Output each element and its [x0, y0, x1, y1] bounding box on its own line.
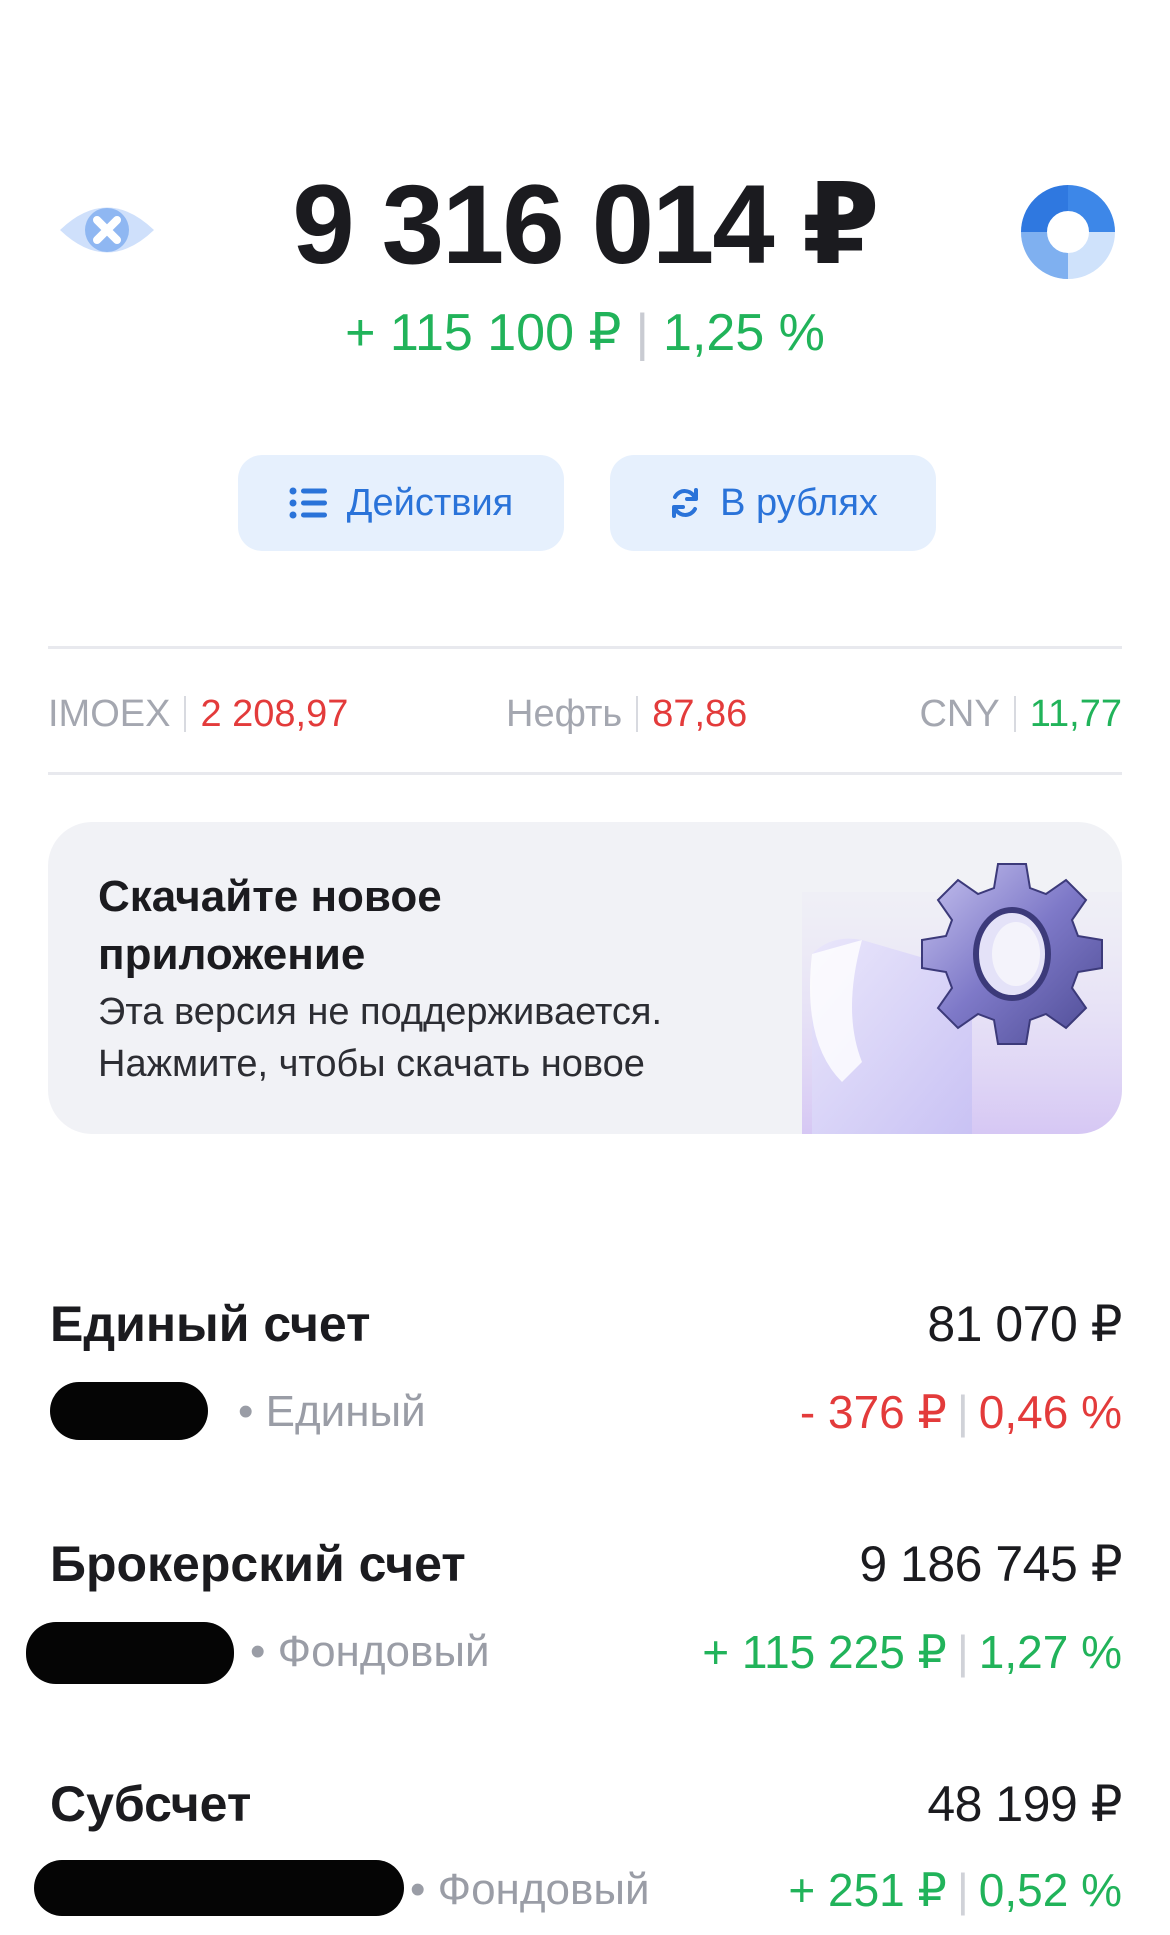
redacted-account-number	[50, 1382, 208, 1440]
portfolio-change-abs: + 115 100 ₽	[345, 304, 622, 362]
gear-illustration	[802, 863, 1122, 1134]
portfolio-total: 9 316 014 ₽	[292, 162, 879, 287]
ticker-value: 2 208,97	[200, 693, 349, 735]
separator: |	[956, 1386, 969, 1438]
currency-label: В рублях	[720, 481, 878, 524]
divider	[48, 646, 1122, 649]
portfolio-change-pct: 1,25 %	[663, 304, 825, 362]
account-title[interactable]: Единый счет	[50, 1292, 371, 1356]
account-change-pct: 0,52 %	[978, 1864, 1122, 1916]
ticker-name: Нефть	[506, 693, 623, 735]
portfolio-structure-button[interactable]	[1016, 180, 1120, 284]
list-icon	[289, 487, 327, 519]
separator: |	[635, 304, 650, 362]
update-app-banner[interactable]: Скачайте новое приложение Эта версия не …	[48, 822, 1122, 1134]
account-change: - 376 ₽ | 0,46 %	[800, 1382, 1122, 1442]
account-change-abs: - 376 ₽	[799, 1386, 947, 1438]
actions-button[interactable]: Действия	[238, 455, 564, 551]
actions-label: Действия	[346, 481, 514, 524]
portfolio-pie-icon	[1021, 185, 1115, 279]
account-change-pct: 1,27 %	[978, 1626, 1122, 1678]
account-type: • Единый	[238, 1387, 426, 1436]
ticker-name: IMOEX	[48, 693, 171, 735]
account-type: • Фондовый	[410, 1865, 650, 1914]
account-sum: 81 070 ₽	[927, 1296, 1122, 1352]
ticker-imoex[interactable]: IMOEX 2 208,97	[48, 684, 348, 744]
account-change: + 115 225 ₽ | 1,27 %	[702, 1622, 1122, 1682]
account-sum: 48 199 ₽	[927, 1776, 1122, 1832]
divider	[48, 772, 1122, 775]
separator	[636, 696, 639, 732]
separator	[1013, 696, 1016, 732]
account-change: + 251 ₽ | 0,52 %	[788, 1860, 1122, 1920]
redacted-account-number	[26, 1622, 234, 1684]
account-sum: 9 186 745 ₽	[859, 1536, 1122, 1592]
banner-title: Скачайте новое приложение	[98, 872, 442, 979]
ticker-name: CNY	[919, 693, 1000, 735]
ticker-cny[interactable]: CNY 11,77	[919, 684, 1122, 744]
account-type: • Фондовый	[250, 1627, 490, 1676]
separator: |	[956, 1864, 969, 1916]
account-change-pct: 0,46 %	[978, 1386, 1122, 1438]
refresh-icon	[672, 488, 699, 518]
separator: |	[956, 1626, 969, 1678]
currency-toggle-button[interactable]: В рублях	[610, 455, 936, 551]
banner-subtitle-line1: Эта версия не поддерживается.	[98, 991, 663, 1033]
banner-subtitle-line2: Нажмите, чтобы скачать новое	[98, 1043, 645, 1085]
account-title[interactable]: Субсчет	[50, 1772, 251, 1836]
account-title[interactable]: Брокерский счет	[50, 1532, 466, 1596]
ticker-oil[interactable]: Нефть 87,86	[506, 684, 747, 744]
banner-subtitle: Эта версия не поддерживается. Нажмите, ч…	[98, 986, 798, 1090]
redacted-account-number	[34, 1860, 404, 1916]
ticker-value: 87,86	[652, 693, 748, 735]
account-change-abs: + 251 ₽	[788, 1864, 947, 1916]
separator	[184, 696, 187, 732]
account-change-abs: + 115 225 ₽	[702, 1626, 947, 1678]
ticker-value: 11,77	[1029, 693, 1122, 735]
portfolio-change: + 115 100 ₽ | 1,25 %	[0, 298, 1170, 368]
